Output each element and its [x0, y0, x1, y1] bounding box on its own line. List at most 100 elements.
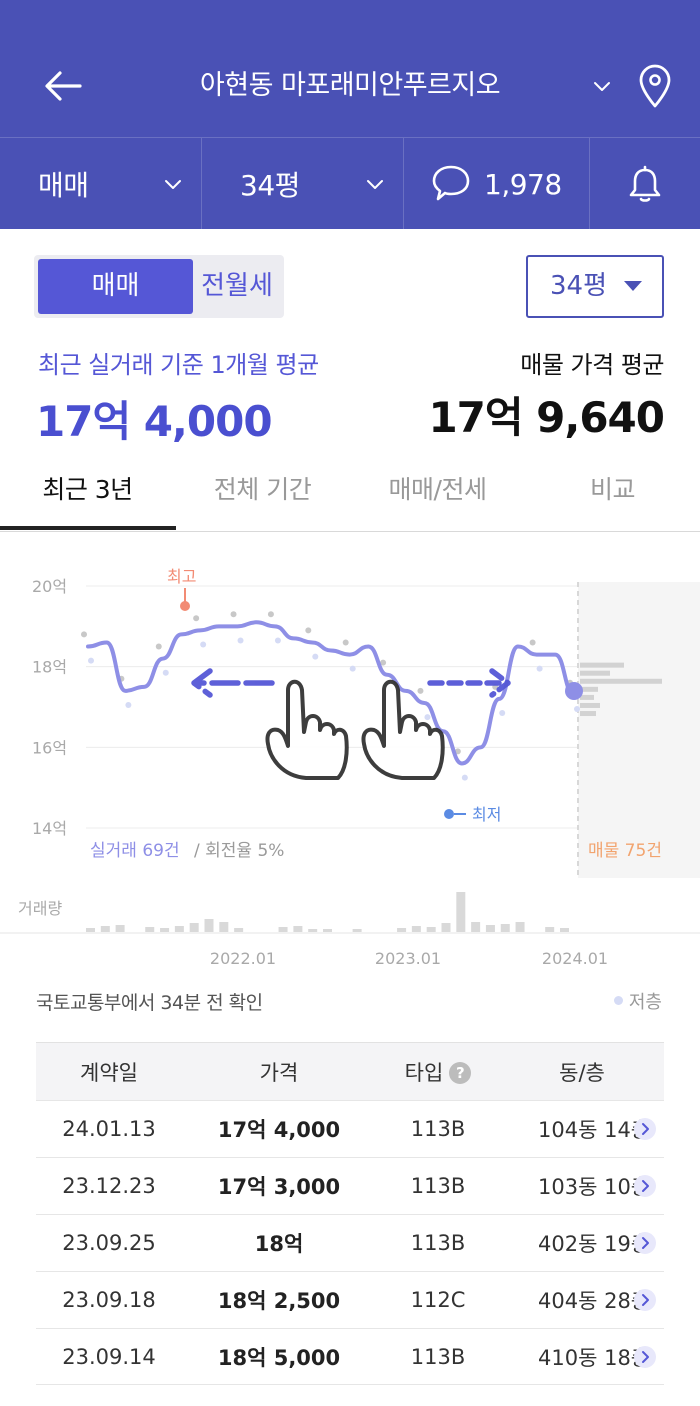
volume-bar: [441, 923, 451, 932]
high-marker-label: 최고: [167, 567, 196, 586]
header-type-label: 타입: [404, 1060, 444, 1085]
location-pin-icon[interactable]: [636, 62, 674, 110]
tab-all-period[interactable]: 전체 기간: [175, 452, 350, 531]
transaction-point: [162, 669, 169, 676]
volume-bar: [219, 922, 229, 932]
transaction-point: [125, 701, 132, 708]
filter-bar: 매매 34평 1,978: [0, 137, 700, 230]
trade-type-label: 매매: [38, 169, 89, 202]
transaction-point: [417, 687, 424, 694]
toggle-rent[interactable]: 전월세: [194, 259, 280, 314]
area-label: 34평: [240, 169, 300, 202]
area-select[interactable]: 34평: [526, 255, 664, 318]
header-type: 타입?: [376, 1057, 500, 1087]
header-floor: 동/층: [559, 1060, 605, 1085]
chevron-right-icon[interactable]: [634, 1118, 656, 1140]
chevron-right-icon[interactable]: [634, 1232, 656, 1254]
table-row[interactable]: 23.09.18 18억 2,500 112C 404동 28층: [36, 1271, 664, 1328]
volume-bar: [160, 928, 170, 932]
period-tabs: 최근 3년 전체 기간 매매/전세 비교: [0, 452, 700, 532]
row-floor: 103동 10층: [500, 1171, 664, 1201]
listing-histogram-bar: [580, 711, 596, 717]
table-row[interactable]: 24.01.13 17억 4,000 113B 104동 14층: [36, 1100, 664, 1157]
volume-bar: [352, 929, 362, 932]
low-floor-label: 저층: [628, 992, 662, 1013]
transaction-point: [312, 653, 319, 660]
y-tick-label: 14억: [32, 819, 67, 838]
transaction-point: [499, 710, 506, 717]
transaction-point: [424, 714, 431, 721]
chevron-down-icon: [165, 180, 181, 189]
notification-button[interactable]: [590, 138, 700, 230]
area-dropdown[interactable]: 34평: [202, 138, 404, 230]
high-marker-dot: [180, 601, 190, 611]
row-type: 113B: [410, 1344, 466, 1369]
top-app-bar: 아현동 마포래미안푸르지오: [0, 0, 700, 137]
header-price: 가격: [259, 1060, 299, 1085]
chevron-right-icon[interactable]: [634, 1175, 656, 1197]
chevron-right-icon[interactable]: [634, 1345, 656, 1368]
row-price: 18억 2,500: [217, 1289, 341, 1313]
listing-histogram-bar: [580, 670, 610, 676]
tab-sale-jeonse[interactable]: 매매/전세: [350, 452, 525, 531]
row-price: 18억 5,000: [217, 1345, 341, 1370]
volume-axis-label: 거래량: [18, 899, 62, 918]
x-tick-label: 2024.01: [542, 949, 608, 968]
listing-histogram-bar: [580, 702, 600, 708]
row-floor: 404동 28층: [500, 1285, 664, 1315]
apartment-title[interactable]: 아현동 마포래미안푸르지오: [140, 66, 560, 106]
speech-bubble-icon: [432, 165, 470, 201]
trade-type-dropdown[interactable]: 매매: [0, 138, 202, 230]
volume-bar: [234, 928, 244, 932]
chevron-down-icon[interactable]: [588, 72, 616, 100]
low-marker-label: 최저: [472, 805, 501, 824]
transaction-point: [342, 639, 349, 646]
row-date: 23.09.14: [62, 1344, 156, 1369]
transaction-point: [349, 665, 356, 672]
transaction-point: [88, 657, 94, 664]
transaction-point: [574, 706, 580, 713]
comment-count: 1,978: [484, 167, 562, 201]
active-tab-indicator: [0, 526, 176, 530]
listing-histogram-bar: [580, 694, 594, 700]
trade-toggle: 매매 전월세: [34, 255, 284, 318]
x-tick-label: 2023.01: [375, 949, 441, 968]
row-price: 17억 4,000: [217, 1118, 341, 1142]
volume-bar: [515, 922, 525, 932]
recent-average-label: 최근 실거래 기준 1개월 평균: [38, 351, 319, 379]
x-tick-label: 2022.01: [210, 949, 276, 968]
chevron-right-icon[interactable]: [634, 1289, 656, 1311]
listing-average-value: 17억 9,640: [428, 393, 665, 442]
transaction-point: [200, 641, 207, 648]
toggle-sale[interactable]: 매매: [38, 259, 193, 314]
price-chart[interactable]: 20억 18억 16억 14억 2022.01 2023.01 2024.01 거래량 실…: [0, 540, 700, 970]
table-row[interactable]: 23.12.23 17억 3,000 113B 103동 10층: [36, 1157, 664, 1214]
low-marker-dot: [444, 809, 454, 819]
listing-histogram-bar: [580, 678, 662, 684]
table-row[interactable]: 23.09.25 18억 113B 402동 19층: [36, 1214, 664, 1271]
comments-button[interactable]: 1,978: [404, 138, 590, 230]
help-icon[interactable]: ?: [449, 1061, 472, 1084]
y-tick-label: 18억: [32, 658, 67, 677]
recent-average-value: 17억 4,000: [36, 397, 273, 446]
volume-bar: [204, 919, 214, 932]
row-type: 113B: [410, 1117, 466, 1141]
volume-bar: [115, 925, 125, 932]
table-row[interactable]: 23.09.14 18억 5,000 113B 410동 18층: [36, 1328, 664, 1385]
back-arrow-icon[interactable]: [40, 62, 88, 110]
table-header: 계약일 가격 타입? 동/층: [36, 1042, 664, 1100]
transaction-point: [237, 637, 244, 644]
volume-bar: [86, 928, 95, 932]
transaction-point: [81, 631, 87, 638]
row-type: 113B: [410, 1231, 466, 1255]
volume-bar: [426, 927, 436, 932]
transaction-point: [274, 637, 281, 644]
row-floor: 104동 14층: [500, 1114, 664, 1144]
volume-bar: [100, 926, 110, 932]
transaction-point: [305, 627, 312, 634]
row-date: 23.12.23: [62, 1174, 156, 1198]
header-date: 계약일: [80, 1060, 138, 1085]
tab-compare[interactable]: 비교: [525, 452, 700, 531]
row-price: 17억 3,000: [217, 1175, 341, 1199]
tab-recent-3y[interactable]: 최근 3년: [0, 452, 175, 531]
